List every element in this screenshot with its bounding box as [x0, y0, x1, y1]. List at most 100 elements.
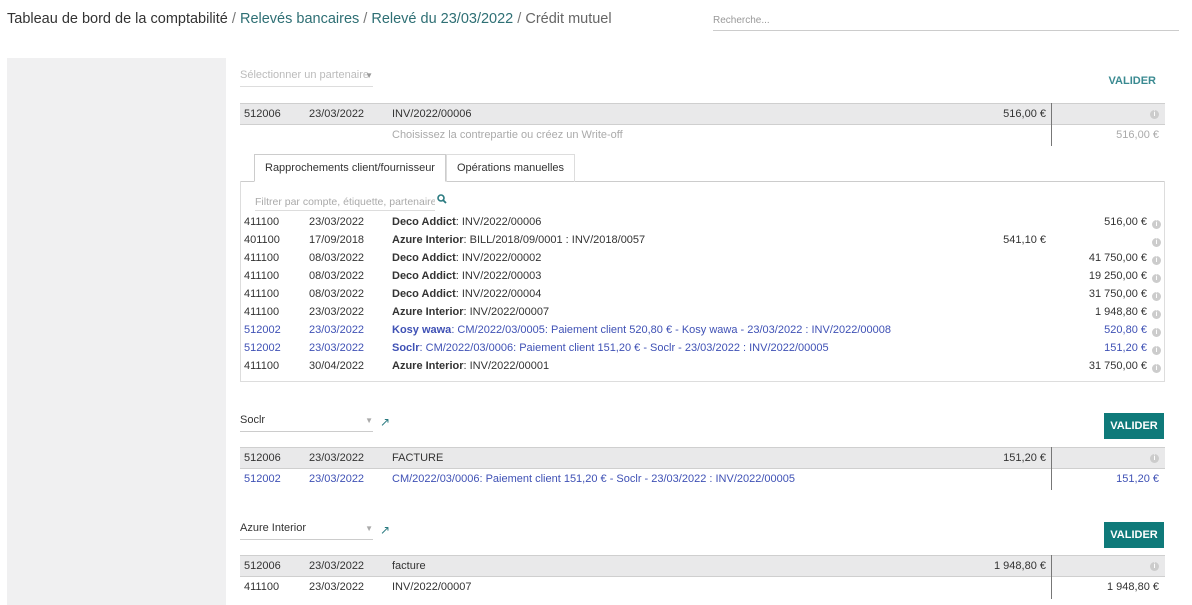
label: Deco Addict: INV/2022/00002	[392, 252, 541, 264]
partner-name: Kosy wawa	[392, 324, 452, 336]
partner-field[interactable]: Soclr ▼	[240, 414, 373, 432]
label: Azure Interior: BILL/2018/09/0001 : INV/…	[392, 234, 645, 246]
debit-amount: 541,10 €	[1003, 234, 1046, 246]
proposition-row[interactable]: 411100 08/03/2022 Deco Addict: INV/2022/00…	[240, 286, 1165, 304]
breadcrumb-root[interactable]: Tableau de bord de la comptabilité	[7, 11, 228, 27]
account: 411100	[244, 581, 280, 593]
date: 23/03/2022	[309, 581, 365, 593]
partner-name: Soclr	[392, 342, 420, 354]
label: Deco Addict: INV/2022/00003	[392, 270, 541, 282]
label: facture	[392, 560, 426, 572]
matched-line[interactable]: 512002 23/03/2022 CM/2022/03/0006: Paiem…	[240, 469, 1165, 491]
tab-customer-vendor[interactable]: Rapprochements client/fournisseur	[254, 154, 446, 182]
control-panel: Tableau de bord de la comptabilité / Rel…	[0, 0, 1192, 58]
info-icon[interactable]: i	[1150, 452, 1159, 464]
info-icon[interactable]: i	[1152, 254, 1161, 266]
validate-link[interactable]: VALIDER	[1109, 75, 1156, 87]
breadcrumb-current: Crédit mutuel	[525, 11, 612, 27]
account: 411100	[244, 270, 280, 282]
info-icon[interactable]: i	[1152, 290, 1161, 302]
info-icon[interactable]: i	[1152, 362, 1161, 374]
breadcrumb-bank-statements[interactable]: Relevés bancaires	[240, 11, 359, 27]
credit-amount: 516,00 €	[1104, 216, 1147, 228]
proposition-row[interactable]: 411100 23/03/2022 Deco Addict: INV/2022/00…	[240, 214, 1165, 232]
date: 23/03/2022	[309, 560, 365, 572]
statement-line[interactable]: 512006 23/03/2022 INV/2022/00006 516,00 …	[240, 103, 1165, 125]
account: 512006	[244, 560, 281, 572]
date: 23/03/2022	[309, 108, 365, 120]
credit-amount: 520,80 €	[1104, 324, 1147, 336]
amount: 151,20 €	[1116, 473, 1159, 485]
info-icon[interactable]: i	[1150, 560, 1159, 572]
partner-select[interactable]: Sélectionner un partenaire ▼	[240, 69, 373, 87]
partner-name: Deco Addict	[392, 270, 456, 282]
reference: : CM/2022/03/0006: Paiement client 151,2…	[419, 342, 829, 354]
hint-text: Choisissez la contrepartie ou créez un W…	[392, 129, 623, 141]
account: 512002	[244, 342, 281, 354]
date: 08/03/2022	[309, 288, 365, 300]
account: 512002	[244, 324, 281, 336]
partner-name: Azure Interior	[392, 360, 464, 372]
column-separator	[1051, 555, 1052, 599]
account: 512006	[244, 108, 281, 120]
statement-line[interactable]: 512006 23/03/2022 facture 1 948,80 € i	[240, 555, 1165, 577]
proposition-row[interactable]: 411100 30/04/2022 Azure Interior: INV/2022…	[240, 358, 1165, 376]
date: 08/03/2022	[309, 252, 365, 264]
date: 23/03/2022	[309, 306, 365, 318]
search-input[interactable]	[713, 10, 1179, 31]
label: INV/2022/00007	[392, 581, 472, 593]
caret-down-icon: ▼	[365, 71, 373, 80]
reference: : INV/2022/00001	[463, 360, 550, 372]
breadcrumb-separator: /	[513, 11, 526, 27]
partner-placeholder: Sélectionner un partenaire	[240, 69, 370, 81]
breadcrumb: Tableau de bord de la comptabilité / Rel…	[7, 11, 612, 27]
validate-button[interactable]: VALIDER	[1104, 413, 1164, 439]
amount: 1 948,80 €	[994, 560, 1046, 572]
filter-input[interactable]	[255, 194, 435, 211]
proposition-row[interactable]: 512002 23/03/2022 Soclr: CM/2022/03/0006: …	[240, 340, 1165, 358]
proposition-row[interactable]: 411100 08/03/2022 Deco Addict: INV/2022/00…	[240, 268, 1165, 286]
proposition-row[interactable]: 401100 17/09/2018 Azure Interior: BILL/201…	[240, 232, 1165, 250]
breadcrumb-statement[interactable]: Relevé du 23/03/2022	[371, 11, 513, 27]
date: 23/03/2022	[309, 324, 365, 336]
label: CM/2022/03/0006: Paiement client 151,20 …	[392, 473, 795, 485]
partner-name: Deco Addict	[392, 252, 456, 264]
info-icon[interactable]: i	[1152, 326, 1161, 338]
column-separator	[1051, 447, 1052, 490]
info-icon[interactable]: i	[1152, 308, 1161, 320]
info-icon[interactable]: i	[1152, 218, 1161, 230]
info-icon[interactable]: i	[1150, 108, 1159, 120]
account: 411100	[244, 360, 280, 372]
proposition-row[interactable]: 411100 08/03/2022 Deco Addict: INV/2022/00…	[240, 250, 1165, 268]
label: Kosy wawa: CM/2022/03/0005: Paiement cli…	[392, 324, 891, 336]
info-icon[interactable]: i	[1152, 344, 1161, 356]
account: 411100	[244, 216, 280, 228]
credit-amount: 19 250,00 €	[1088, 270, 1147, 282]
info-icon[interactable]: i	[1152, 272, 1161, 284]
account: 411100	[244, 306, 280, 318]
partner-field[interactable]: Azure Interior ▼	[240, 522, 373, 540]
external-link-icon[interactable]: ↗	[380, 523, 390, 537]
tab-manual-operations[interactable]: Opérations manuelles	[446, 154, 576, 182]
credit-amount: 31 750,00 €	[1088, 360, 1147, 372]
date: 30/04/2022	[309, 360, 365, 372]
proposition-row[interactable]: 411100 23/03/2022 Azure Interior: INV/2022…	[240, 304, 1165, 322]
account: 411100	[244, 252, 280, 264]
date: 23/03/2022	[309, 216, 365, 228]
proposition-row[interactable]: 512002 23/03/2022 Kosy wawa: CM/2022/03/00…	[240, 322, 1165, 340]
date: 23/03/2022	[309, 473, 365, 485]
external-link-icon[interactable]: ↗	[380, 415, 390, 429]
info-icon[interactable]: i	[1152, 236, 1161, 248]
matched-line[interactable]: 411100 23/03/2022 INV/2022/00007 1 948,8…	[240, 577, 1165, 599]
reference: : BILL/2018/09/0001 : INV/2018/0057	[463, 234, 646, 246]
date: 23/03/2022	[309, 452, 365, 464]
credit-amount: 31 750,00 €	[1088, 288, 1147, 300]
statement-line[interactable]: 512006 23/03/2022 FACTURE 151,20 € i	[240, 447, 1165, 469]
validate-button[interactable]: VALIDER	[1104, 522, 1164, 548]
partner-name: Deco Addict	[392, 216, 456, 228]
breadcrumb-separator: /	[227, 11, 240, 27]
label: FACTURE	[392, 452, 444, 464]
search-icon[interactable]	[437, 194, 447, 207]
partner-name: Azure Interior	[240, 522, 307, 534]
label: Soclr: CM/2022/03/0006: Paiement client …	[392, 342, 829, 354]
